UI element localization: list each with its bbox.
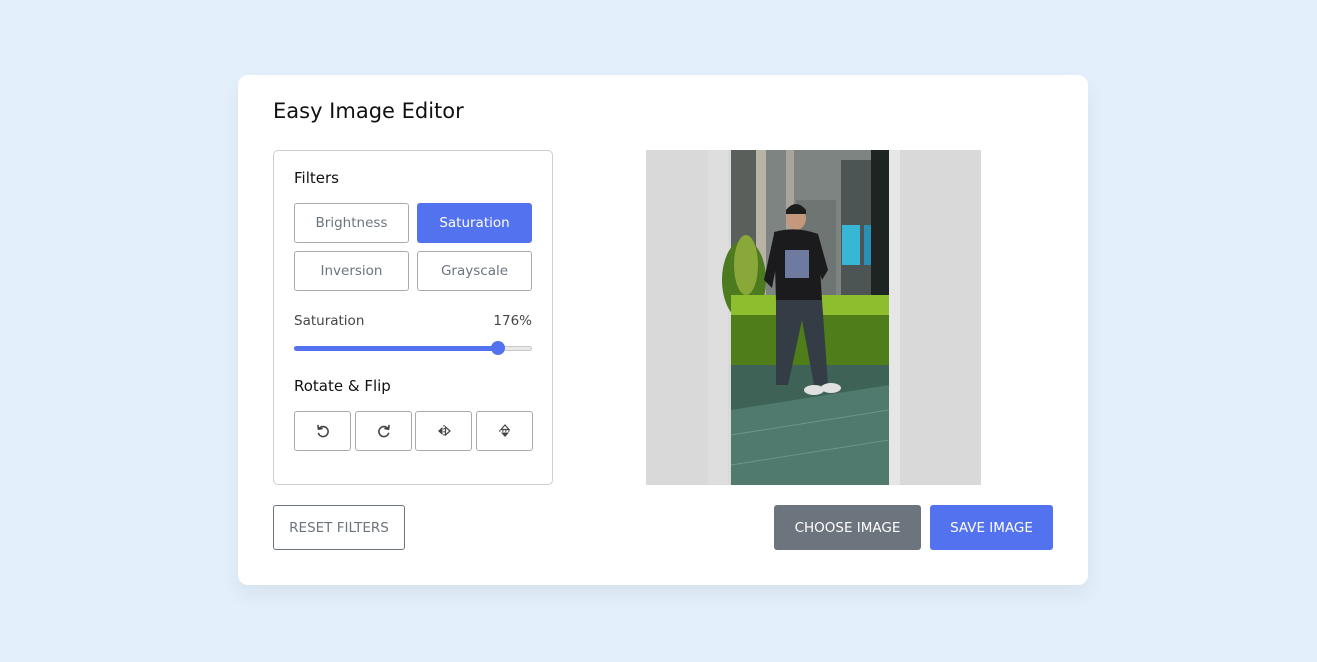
rotate-left-icon <box>316 424 329 438</box>
flip-horizontal-icon <box>437 425 451 437</box>
rotate-right-button[interactable] <box>355 411 412 451</box>
filter-inversion-button[interactable]: Inversion <box>294 251 409 291</box>
flip-vertical-button[interactable] <box>476 411 533 451</box>
filter-saturation-button[interactable]: Saturation <box>417 203 532 243</box>
editor-card: Easy Image Editor Filters Brightness Sat… <box>238 75 1088 585</box>
slider-value: 176% <box>493 313 532 329</box>
rotate-left-button[interactable] <box>294 411 351 451</box>
flip-horizontal-button[interactable] <box>415 411 472 451</box>
slider-thumb[interactable] <box>491 341 506 355</box>
slider-fill <box>294 346 499 351</box>
rotate-flip-title: Rotate & Flip <box>294 377 391 395</box>
filters-title: Filters <box>294 169 339 187</box>
editor-panel: Filters Brightness Saturation Inversion … <box>273 150 553 485</box>
filter-brightness-button[interactable]: Brightness <box>294 203 409 243</box>
slider-name: Saturation <box>294 313 365 329</box>
page-title: Easy Image Editor <box>273 99 464 123</box>
saturation-slider[interactable] <box>294 341 532 355</box>
choose-image-button[interactable]: CHOOSE IMAGE <box>774 505 921 550</box>
filter-grayscale-button[interactable]: Grayscale <box>417 251 532 291</box>
preview-photo <box>646 150 981 485</box>
save-image-button[interactable]: SAVE IMAGE <box>930 505 1053 550</box>
rotate-right-icon <box>377 424 390 438</box>
image-preview <box>646 150 981 485</box>
reset-filters-button[interactable]: RESET FILTERS <box>273 505 405 550</box>
flip-vertical-icon <box>498 424 511 437</box>
